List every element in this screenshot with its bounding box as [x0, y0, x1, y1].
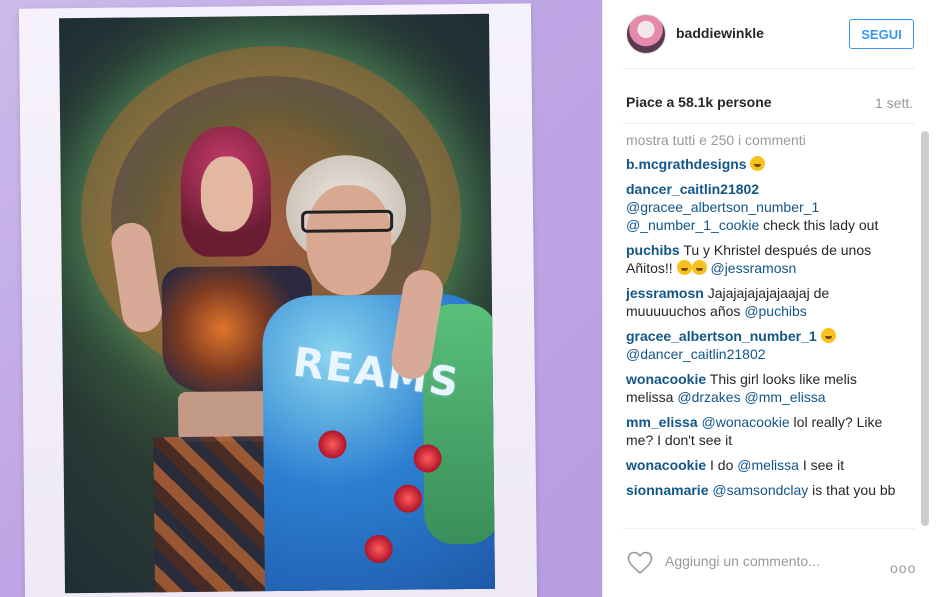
post-username[interactable]: baddiewinkle [676, 25, 764, 41]
comment-text: check this lady out [759, 217, 879, 233]
avatar[interactable] [626, 14, 666, 54]
comment-username[interactable]: sionnamarie [626, 482, 708, 498]
comment-mention[interactable]: @puchibs [744, 303, 806, 319]
comment-mention[interactable]: @melissa [737, 457, 799, 473]
post-sidebar: baddiewinkle SEGUI Piace a 58.1k persone… [602, 0, 939, 597]
heart-icon[interactable] [627, 551, 653, 575]
comment-username[interactable]: dancer_caitlin21802 [626, 181, 759, 197]
comment-mention[interactable]: @samsondclay [712, 482, 808, 498]
comment-username[interactable]: puchibs [626, 242, 680, 258]
comment-mention[interactable]: @wonacookie [702, 414, 790, 430]
comment-username[interactable]: mm_elissa [626, 414, 698, 430]
show-all-comments-link[interactable]: mostra tutti e 250 i commenti [626, 131, 908, 149]
comment: wonacookie I do @melissa I see it [626, 456, 908, 474]
comment-text: I see it [798, 457, 845, 473]
polaroid-image: REAMS [59, 13, 495, 594]
likes-count[interactable]: Piace a 58.1k persone [626, 94, 772, 110]
laughing-tears-emoji-icon [820, 328, 836, 343]
comment: sionnamarie @samsondclay is that you bb [626, 481, 908, 499]
comment-username[interactable]: wonacookie [626, 371, 706, 387]
comment: b.mcgrathdesigns [626, 155, 908, 173]
add-comment-input[interactable] [665, 553, 865, 569]
comment: puchibs Tu y Khristel después de unos Añ… [626, 241, 908, 277]
divider [623, 68, 915, 69]
comment: gracee_albertson_number_1 @dancer_caitli… [626, 327, 908, 363]
comment-username[interactable]: jessramosn [626, 285, 704, 301]
comment-mention[interactable]: @jessramosn [710, 260, 796, 276]
comment: mm_elissa @wonacookie lol really? Like m… [626, 413, 908, 449]
comment-username[interactable]: gracee_albertson_number_1 [626, 328, 817, 344]
comment: jessramosn Jajajajajajajaajaj de muuuuuc… [626, 284, 908, 320]
right-person-face [305, 184, 392, 296]
rose-print [364, 534, 393, 564]
comment: wonacookie This girl looks like melis me… [626, 370, 908, 406]
rose-print [393, 484, 423, 513]
post-header: baddiewinkle SEGUI [603, 0, 939, 68]
post-photo: REAMS [0, 0, 602, 597]
divider [623, 123, 915, 124]
heart-eyes-emoji-icon [750, 156, 766, 171]
grimace-emoji-icon [691, 260, 707, 275]
comments-scrollbar[interactable] [921, 131, 929, 526]
comment: dancer_caitlin21802 @gracee_albertson_nu… [626, 180, 908, 234]
follow-button[interactable]: SEGUI [849, 19, 914, 49]
comments-list: mostra tutti e 250 i commenti b.mcgrathd… [626, 131, 908, 526]
comment-mention[interactable]: @dancer_caitlin21802 [626, 346, 766, 362]
comment-username[interactable]: b.mcgrathdesigns [626, 156, 747, 172]
comment-mention[interactable]: @drzakes @mm_elissa [677, 389, 825, 405]
rose-print [318, 430, 347, 459]
rose-print [413, 444, 442, 473]
left-person-face [200, 156, 254, 232]
divider [623, 528, 915, 529]
comment-text: is that you bb [808, 482, 896, 498]
comment-username[interactable]: wonacookie [626, 457, 706, 473]
polaroid-frame: REAMS [18, 3, 538, 597]
scrollbar-thumb[interactable] [921, 131, 929, 526]
comment-text: I do [710, 457, 738, 473]
grimace-emoji-icon [676, 260, 692, 275]
more-options-icon[interactable]: ooo [890, 560, 916, 576]
glasses [301, 209, 394, 233]
post-time[interactable]: 1 sett. [875, 95, 913, 111]
